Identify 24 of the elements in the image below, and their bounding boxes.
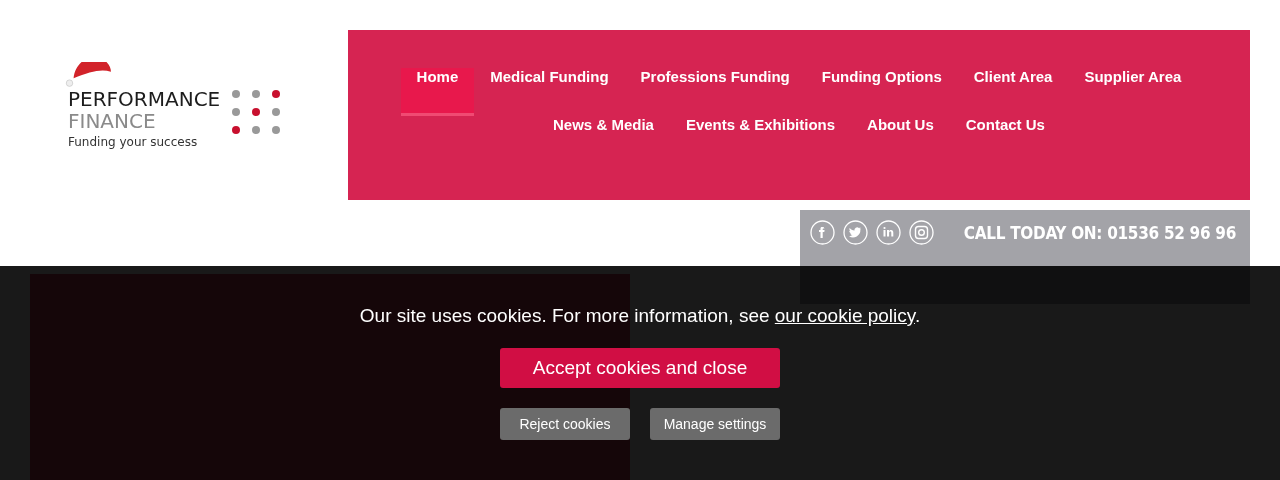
dots-logo-icon [232, 90, 281, 134]
linkedin-icon[interactable] [876, 220, 901, 245]
logo-name: PERFORMANCE [68, 88, 221, 110]
nav-link[interactable]: Medical Funding [474, 68, 625, 116]
cookie-policy-link[interactable]: our cookie policy [774, 305, 915, 326]
twitter-icon[interactable] [843, 220, 868, 245]
logo-name: FINANCE [68, 110, 156, 132]
nav-link[interactable]: Funding Options [805, 68, 958, 116]
nav-link[interactable]: Events & Exhibitions [669, 116, 852, 164]
nav-link[interactable]: Home [400, 68, 475, 116]
nav-link[interactable]: About Us [851, 116, 950, 164]
cookie-message: Our site uses cookies. For more information, see our cookie policy. [359, 304, 921, 328]
reject-cookies-button[interactable]: Reject cookies [500, 408, 630, 440]
accept-cookies-button[interactable]: Accept cookies and close [500, 348, 780, 388]
logo-tagline: Funding your success [68, 134, 198, 150]
facebook-icon[interactable] [810, 220, 835, 245]
phone-number: CALL TODAY ON: 01536 52 96 96 [963, 222, 1236, 243]
instagram-icon[interactable] [909, 220, 934, 245]
manage-settings-button[interactable]: Manage settings [650, 408, 780, 440]
nav-link[interactable]: Professions Funding [624, 68, 806, 116]
nav-link[interactable]: Client Area [957, 68, 1069, 116]
nav-link[interactable]: News & Media [537, 116, 670, 164]
nav-link[interactable]: Supplier Area [1068, 68, 1198, 116]
nav-link[interactable]: Contact Us [949, 116, 1061, 164]
